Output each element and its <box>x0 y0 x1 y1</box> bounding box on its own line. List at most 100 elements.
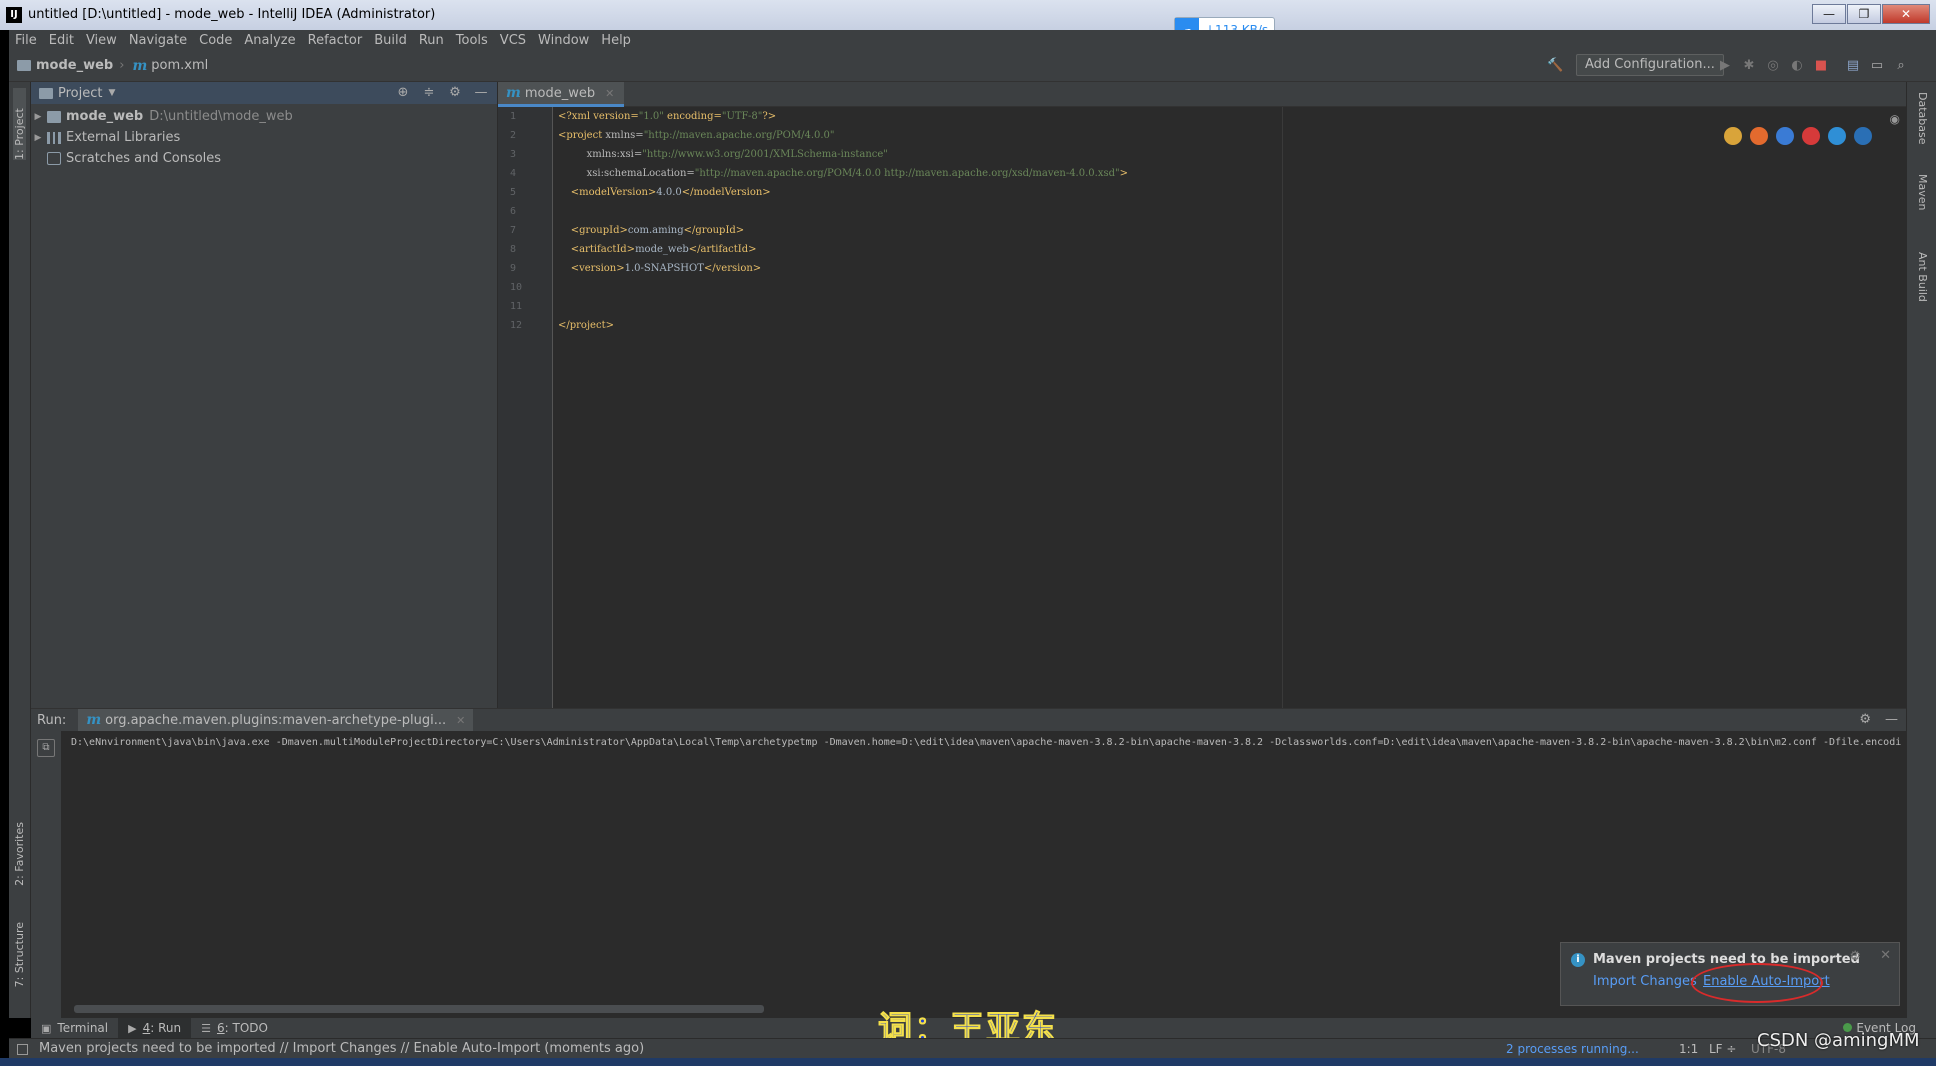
highlight-circle <box>1691 963 1823 1003</box>
maven-tool-tab[interactable]: Maven <box>1916 174 1929 210</box>
chrome-icon[interactable] <box>1724 127 1742 145</box>
tree-item-module[interactable]: ▶ mode_web D:\untitled\mode_web <box>31 106 497 127</box>
menu-refactor[interactable]: Refactor <box>302 33 369 48</box>
menu-run[interactable]: Run <box>413 33 450 48</box>
run-console-output[interactable]: D:\eNnvironment\java\bin\java.exe -Dmave… <box>71 737 1901 748</box>
status-bar: Maven projects need to be imported // Im… <box>9 1038 1936 1058</box>
status-message[interactable]: Maven projects need to be imported // Im… <box>39 1041 644 1056</box>
reader-mode-eye-icon[interactable]: ◉ <box>1890 112 1900 126</box>
gear-icon[interactable]: ⚙ <box>1859 712 1871 727</box>
close-icon[interactable]: ✕ <box>1880 948 1891 963</box>
terminal-tab[interactable]: ▣ Terminal <box>31 1018 118 1038</box>
menu-tools[interactable]: Tools <box>450 33 494 48</box>
opera-icon[interactable] <box>1802 127 1820 145</box>
code-line: <modelVersion>4.0.0</modelVersion> <box>558 187 771 198</box>
favorites-tool-tab[interactable]: 2: Favorites <box>13 822 26 886</box>
maven-import-notification: i Maven projects need to be imported Imp… <box>1560 942 1900 1006</box>
folder-icon <box>17 60 31 71</box>
window-titlebar: IJ untitled [D:\untitled] - mode_web - I… <box>0 0 1936 30</box>
expand-arrow-icon[interactable]: ▶ <box>31 133 45 143</box>
edge-icon[interactable] <box>1854 127 1872 145</box>
breadcrumb-module[interactable]: mode_web <box>17 58 113 73</box>
menu-analyze[interactable]: Analyze <box>238 33 301 48</box>
menu-build[interactable]: Build <box>368 33 413 48</box>
expand-arrow-icon[interactable]: ▶ <box>31 112 45 122</box>
run-tab[interactable]: ▶ 4: Run <box>118 1018 192 1038</box>
structure-tool-tab[interactable]: 7: Structure <box>13 922 26 987</box>
line-number: 7 <box>510 225 517 236</box>
editor-tabs: m mode_web ✕ <box>498 82 1906 107</box>
menu-file[interactable]: File <box>9 33 43 48</box>
project-structure-icon[interactable]: ▤ <box>1845 58 1861 74</box>
project-view-selector[interactable]: Project <box>58 86 102 101</box>
menu-vcs[interactable]: VCS <box>494 33 532 48</box>
firefox-icon[interactable] <box>1750 127 1768 145</box>
run-tab-archetype[interactable]: m org.apache.maven.plugins:maven-archety… <box>78 709 474 731</box>
menu-window[interactable]: Window <box>532 33 595 48</box>
profile-icon[interactable]: ◐ <box>1789 58 1805 74</box>
menu-edit[interactable]: Edit <box>43 33 80 48</box>
close-tab-icon[interactable]: ✕ <box>456 714 465 727</box>
collapse-all-icon[interactable]: ≑ <box>419 85 439 100</box>
background-processes[interactable]: 2 processes running... <box>1506 1042 1639 1056</box>
menu-view[interactable]: View <box>80 33 123 48</box>
presentation-icon[interactable]: ▭ <box>1869 58 1885 74</box>
ant-build-tool-tab[interactable]: Ant Build <box>1916 252 1929 302</box>
add-configuration-button[interactable]: Add Configuration... <box>1576 54 1724 76</box>
hide-panel-icon[interactable]: — <box>471 85 491 100</box>
line-number: 6 <box>510 206 517 217</box>
project-view-icon <box>39 87 53 99</box>
line-number-gutter: 1 2 3 4 5 6 7 8 9 10 11 12 <box>498 107 553 708</box>
code-line: </project> <box>558 320 614 331</box>
gear-icon[interactable]: ⚙ <box>445 85 465 100</box>
coverage-icon[interactable]: ◎ <box>1765 58 1781 74</box>
run-side-toolbar: ⧉ <box>31 731 61 1019</box>
scratches-icon <box>47 152 61 165</box>
import-changes-link[interactable]: Import Changes <box>1593 974 1697 989</box>
horizontal-scrollbar[interactable] <box>74 1005 764 1013</box>
run-icon[interactable]: ▶ <box>1717 58 1733 74</box>
minimize-button[interactable]: — <box>1812 4 1846 24</box>
database-tool-tab[interactable]: Database <box>1916 92 1929 145</box>
tree-item-external-libraries[interactable]: ▶ External Libraries <box>31 127 497 148</box>
code-line: xmlns:xsi="http://www.w3.org/2001/XMLSch… <box>558 149 888 160</box>
breadcrumb-file[interactable]: m pom.xml <box>132 58 208 74</box>
line-separator[interactable]: LF ÷ <box>1709 1042 1736 1056</box>
code-line: xsi:schemaLocation="http://maven.apache.… <box>558 168 1128 179</box>
list-icon: ☰ <box>201 1021 211 1035</box>
todo-tab[interactable]: ☰ 6: TODO <box>191 1018 278 1038</box>
close-tab-icon[interactable]: ✕ <box>605 87 614 100</box>
search-icon[interactable]: ⌕ <box>1893 58 1909 74</box>
code-line: <project xmlns="http://maven.apache.org/… <box>558 130 835 141</box>
close-window-button[interactable]: ✕ <box>1882 4 1930 24</box>
line-number: 3 <box>510 149 517 160</box>
stop-icon[interactable]: ■ <box>1813 58 1829 74</box>
chevron-down-icon[interactable]: ▼ <box>108 88 115 98</box>
line-number: 2 <box>510 130 517 141</box>
menu-help[interactable]: Help <box>595 33 637 48</box>
maven-file-icon: m <box>506 85 521 101</box>
hide-panel-icon[interactable]: — <box>1885 712 1898 727</box>
tree-item-scratches[interactable]: Scratches and Consoles <box>31 148 497 169</box>
project-tool-tab[interactable]: 1: Project <box>13 88 26 160</box>
debug-icon[interactable]: ✱ <box>1741 58 1757 74</box>
soft-wrap-icon[interactable]: ⧉ <box>37 739 55 757</box>
safari-icon[interactable] <box>1776 127 1794 145</box>
maximize-button[interactable]: ❐ <box>1847 4 1881 24</box>
locate-icon[interactable]: ⊕ <box>393 85 413 100</box>
gear-icon[interactable]: ⚙ <box>1849 949 1861 964</box>
line-number: 10 <box>510 282 523 293</box>
menu-navigate[interactable]: Navigate <box>123 33 193 48</box>
run-panel-header: Run: m org.apache.maven.plugins:maven-ar… <box>31 709 1906 731</box>
build-hammer-icon[interactable]: 🔨 <box>1547 58 1563 74</box>
menu-code[interactable]: Code <box>193 33 238 48</box>
breadcrumb-separator-icon: › <box>119 58 125 73</box>
code-area[interactable]: <?xml version="1.0" encoding="UTF-8"?> <… <box>558 107 1858 335</box>
caret-position[interactable]: 1:1 <box>1679 1042 1698 1056</box>
editor-tab-pom[interactable]: m mode_web ✕ <box>498 82 625 107</box>
internet-explorer-icon[interactable] <box>1828 127 1846 145</box>
info-icon: i <box>1571 953 1585 967</box>
toggle-tool-windows-icon[interactable] <box>17 1044 28 1055</box>
maven-file-icon: m <box>132 57 148 74</box>
